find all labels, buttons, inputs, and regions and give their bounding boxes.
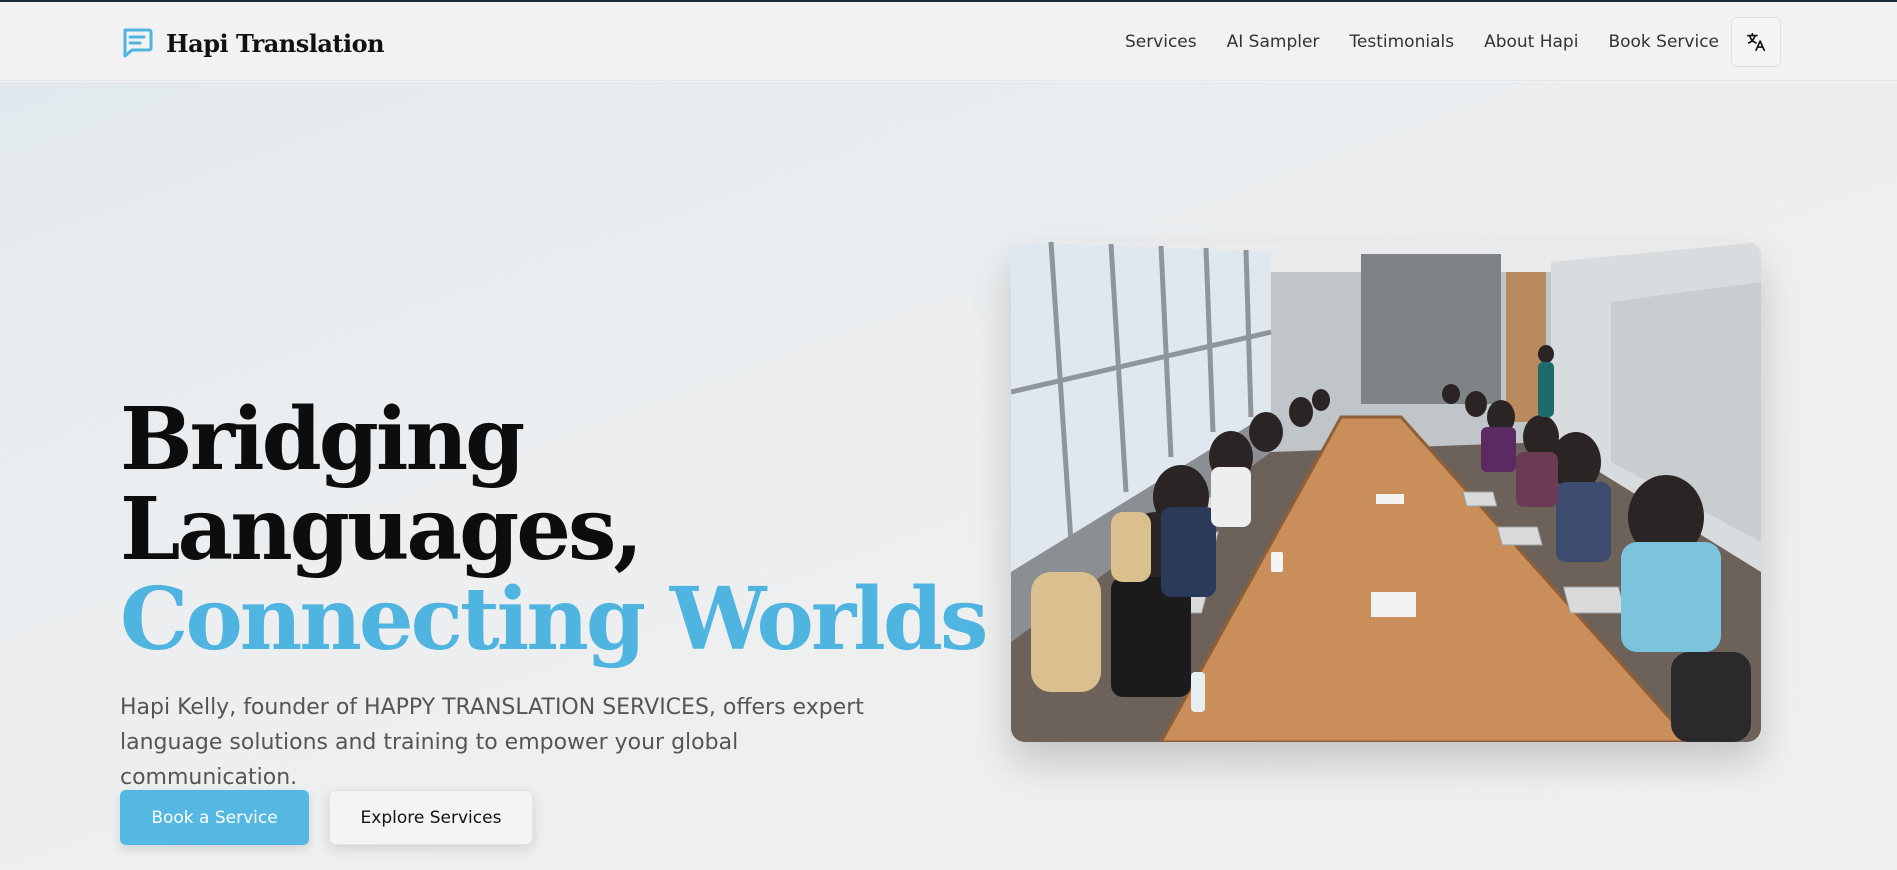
brand-logo-link[interactable]: Hapi Translation: [120, 26, 385, 60]
hero-image: [1011, 242, 1761, 742]
nav-link-about-hapi[interactable]: About Hapi: [1484, 32, 1578, 52]
nav-link-ai-sampler[interactable]: AI Sampler: [1227, 32, 1320, 52]
book-a-service-button[interactable]: Book a Service: [120, 790, 309, 845]
nav-link-testimonials[interactable]: Testimonials: [1349, 32, 1454, 52]
main-nav: Services AI Sampler Testimonials About H…: [1125, 16, 1781, 68]
meeting-photo: [1011, 242, 1761, 742]
language-toggle-button[interactable]: [1731, 17, 1781, 67]
headline-line-1: Bridging: [120, 389, 525, 490]
hero-headline: Bridging Languages, Connecting Worlds: [120, 395, 1000, 665]
hero-subtitle: Hapi Kelly, founder of HAPPY TRANSLATION…: [120, 695, 864, 790]
nav-link-services[interactable]: Services: [1125, 32, 1197, 52]
brand-name: Hapi Translation: [166, 28, 385, 58]
chat-bubble-icon: [123, 28, 153, 58]
nav-link-book-service[interactable]: Book Service: [1608, 32, 1719, 52]
headline-line-2: Languages,: [120, 479, 643, 580]
headline-accent: Connecting Worlds: [120, 569, 988, 670]
site-header: Hapi Translation Services AI Sampler Tes…: [0, 2, 1897, 81]
explore-services-button[interactable]: Explore Services: [329, 790, 533, 845]
translate-icon: [1746, 32, 1766, 52]
